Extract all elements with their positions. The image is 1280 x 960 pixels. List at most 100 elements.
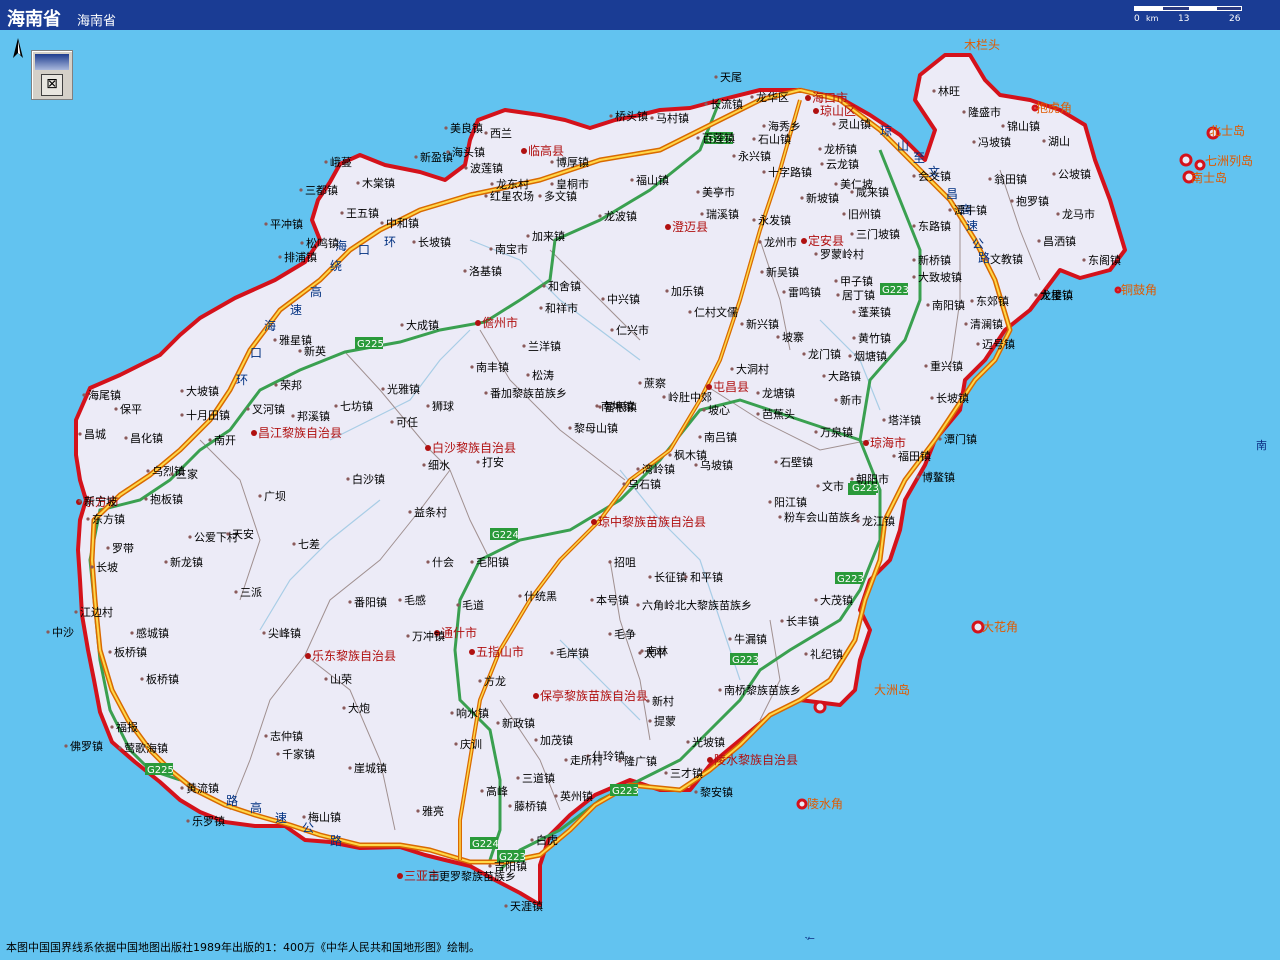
town-label-marker	[476, 460, 480, 464]
town-label: 海秀乡	[768, 119, 801, 133]
town-label-marker	[414, 155, 418, 159]
expressway-char: 山	[897, 139, 909, 153]
town-label-marker	[762, 170, 766, 174]
town-label: 昌城	[84, 428, 106, 441]
town-label-marker	[484, 194, 488, 198]
expressway-char: 高	[310, 284, 322, 299]
city-label: 琼中黎族苗族自治县	[598, 514, 706, 529]
town-label-marker	[976, 342, 980, 346]
town-label: 昌洒镇	[1043, 234, 1076, 248]
sea-label-hai: 海	[804, 935, 815, 940]
town-label-marker	[342, 706, 346, 710]
town-label-marker	[820, 162, 824, 166]
town-label: 三道镇	[522, 771, 555, 785]
map-footnote: 本图中国国界线系依据中国地图出版社1989年出版的1：400万《中华人民共和国地…	[6, 941, 480, 954]
town-label: 中兴镇	[607, 292, 640, 306]
town-label-marker	[622, 482, 626, 486]
cape-label: 陵水角	[807, 797, 843, 811]
town-label-marker	[700, 212, 704, 216]
town-label-marker	[662, 395, 666, 399]
town-label: 中沙	[52, 626, 74, 639]
town-label-marker	[488, 864, 492, 868]
town-label: 番阳镇	[354, 595, 387, 609]
town-label-marker	[882, 418, 886, 422]
city-label-marker	[706, 384, 712, 390]
town-label-marker	[412, 240, 416, 244]
town-label-marker	[778, 515, 782, 519]
map-tool-icon[interactable]: ⊠	[31, 50, 73, 100]
town-label: 塔洋镇	[888, 413, 921, 427]
town-label-marker	[912, 258, 916, 262]
road-shield: G224	[490, 528, 519, 541]
town-label: 细水	[428, 459, 450, 472]
town-label: 打安	[482, 455, 504, 469]
scale-label-0: 0	[1134, 14, 1140, 24]
town-label-marker	[822, 374, 826, 378]
town-label-marker	[490, 182, 494, 186]
town-label-marker	[426, 560, 430, 564]
town-label: 朝阳市	[856, 472, 889, 486]
scale-bar: 0 km 13 26	[1134, 4, 1244, 26]
city-label-marker	[251, 430, 257, 436]
town-label: 东路镇	[918, 219, 951, 233]
town-label-marker	[348, 766, 352, 770]
scale-unit: km	[1146, 14, 1159, 23]
town-label: 隆盛市	[968, 105, 1001, 119]
city-label: 五指山市	[476, 644, 524, 659]
road-shield: G225	[355, 337, 384, 350]
expressway-char: 速	[966, 219, 978, 233]
town-label: 提蒙	[654, 715, 676, 728]
town-label: 长坡镇	[418, 235, 451, 249]
town-label: 太平	[644, 647, 666, 660]
town-label-marker	[1052, 172, 1056, 176]
hainan-map[interactable]: 南 海 北士岛 七洲列岛 南士岛 抱虎角 铜鼓角 大花角 大洲岛 陵水角 木栏头…	[0, 30, 1280, 940]
town-label: 大致坡镇	[918, 270, 962, 284]
expressway-char: 路	[978, 250, 990, 265]
town-label-marker	[478, 679, 482, 683]
town-label: 藤桥镇	[514, 799, 547, 813]
town-label: 龙州市	[764, 235, 797, 249]
town-label-marker	[836, 293, 840, 297]
svg-text:G224: G224	[492, 530, 519, 541]
town-label: 湾岭镇	[642, 462, 675, 476]
town-label: 东郊镇	[976, 294, 1009, 308]
town-label-marker	[381, 387, 385, 391]
town-label: 坡心	[708, 404, 730, 417]
town-label-marker	[470, 365, 474, 369]
town-label-marker	[1010, 199, 1014, 203]
town-label: 番加黎族苗族乡	[490, 386, 567, 400]
cape-label: 木栏头	[964, 37, 1000, 52]
town-label-marker	[848, 354, 852, 358]
town-label-marker	[768, 500, 772, 504]
town-label-marker	[463, 269, 467, 273]
town-label: 新市	[840, 393, 862, 407]
expressway-char: 琼	[880, 123, 892, 138]
town-label-marker	[110, 725, 114, 729]
town-label-marker	[140, 677, 144, 681]
city-label-marker	[469, 649, 475, 655]
svg-text:G223: G223	[732, 655, 759, 666]
town-label-marker	[938, 437, 942, 441]
town-label: 天涯镇	[510, 899, 543, 913]
town-label: 多文镇	[544, 189, 577, 203]
town-label-marker	[446, 150, 450, 154]
town-label-marker	[668, 453, 672, 457]
town-label-marker	[814, 430, 818, 434]
town-label: 大茂镇	[820, 593, 853, 607]
town-label: 灵山镇	[838, 117, 871, 131]
expressway-char: 环	[384, 235, 396, 249]
town-label: 毛道	[462, 598, 484, 612]
town-label: 潭门镇	[944, 432, 977, 446]
city-label: 儋州市	[482, 315, 518, 330]
town-label: 龙波镇	[604, 209, 637, 223]
town-label: 大坡镇	[186, 384, 219, 398]
town-label: 乌石镇	[628, 477, 661, 491]
town-label-marker	[850, 190, 854, 194]
map-tool-button[interactable]: ⊠	[41, 74, 63, 96]
town-label-marker	[774, 460, 778, 464]
town-label: 南宝市	[495, 242, 528, 256]
town-label-marker	[538, 194, 542, 198]
town-label-marker	[144, 497, 148, 501]
road-shield: G223	[835, 572, 864, 585]
town-label-marker	[664, 771, 668, 775]
